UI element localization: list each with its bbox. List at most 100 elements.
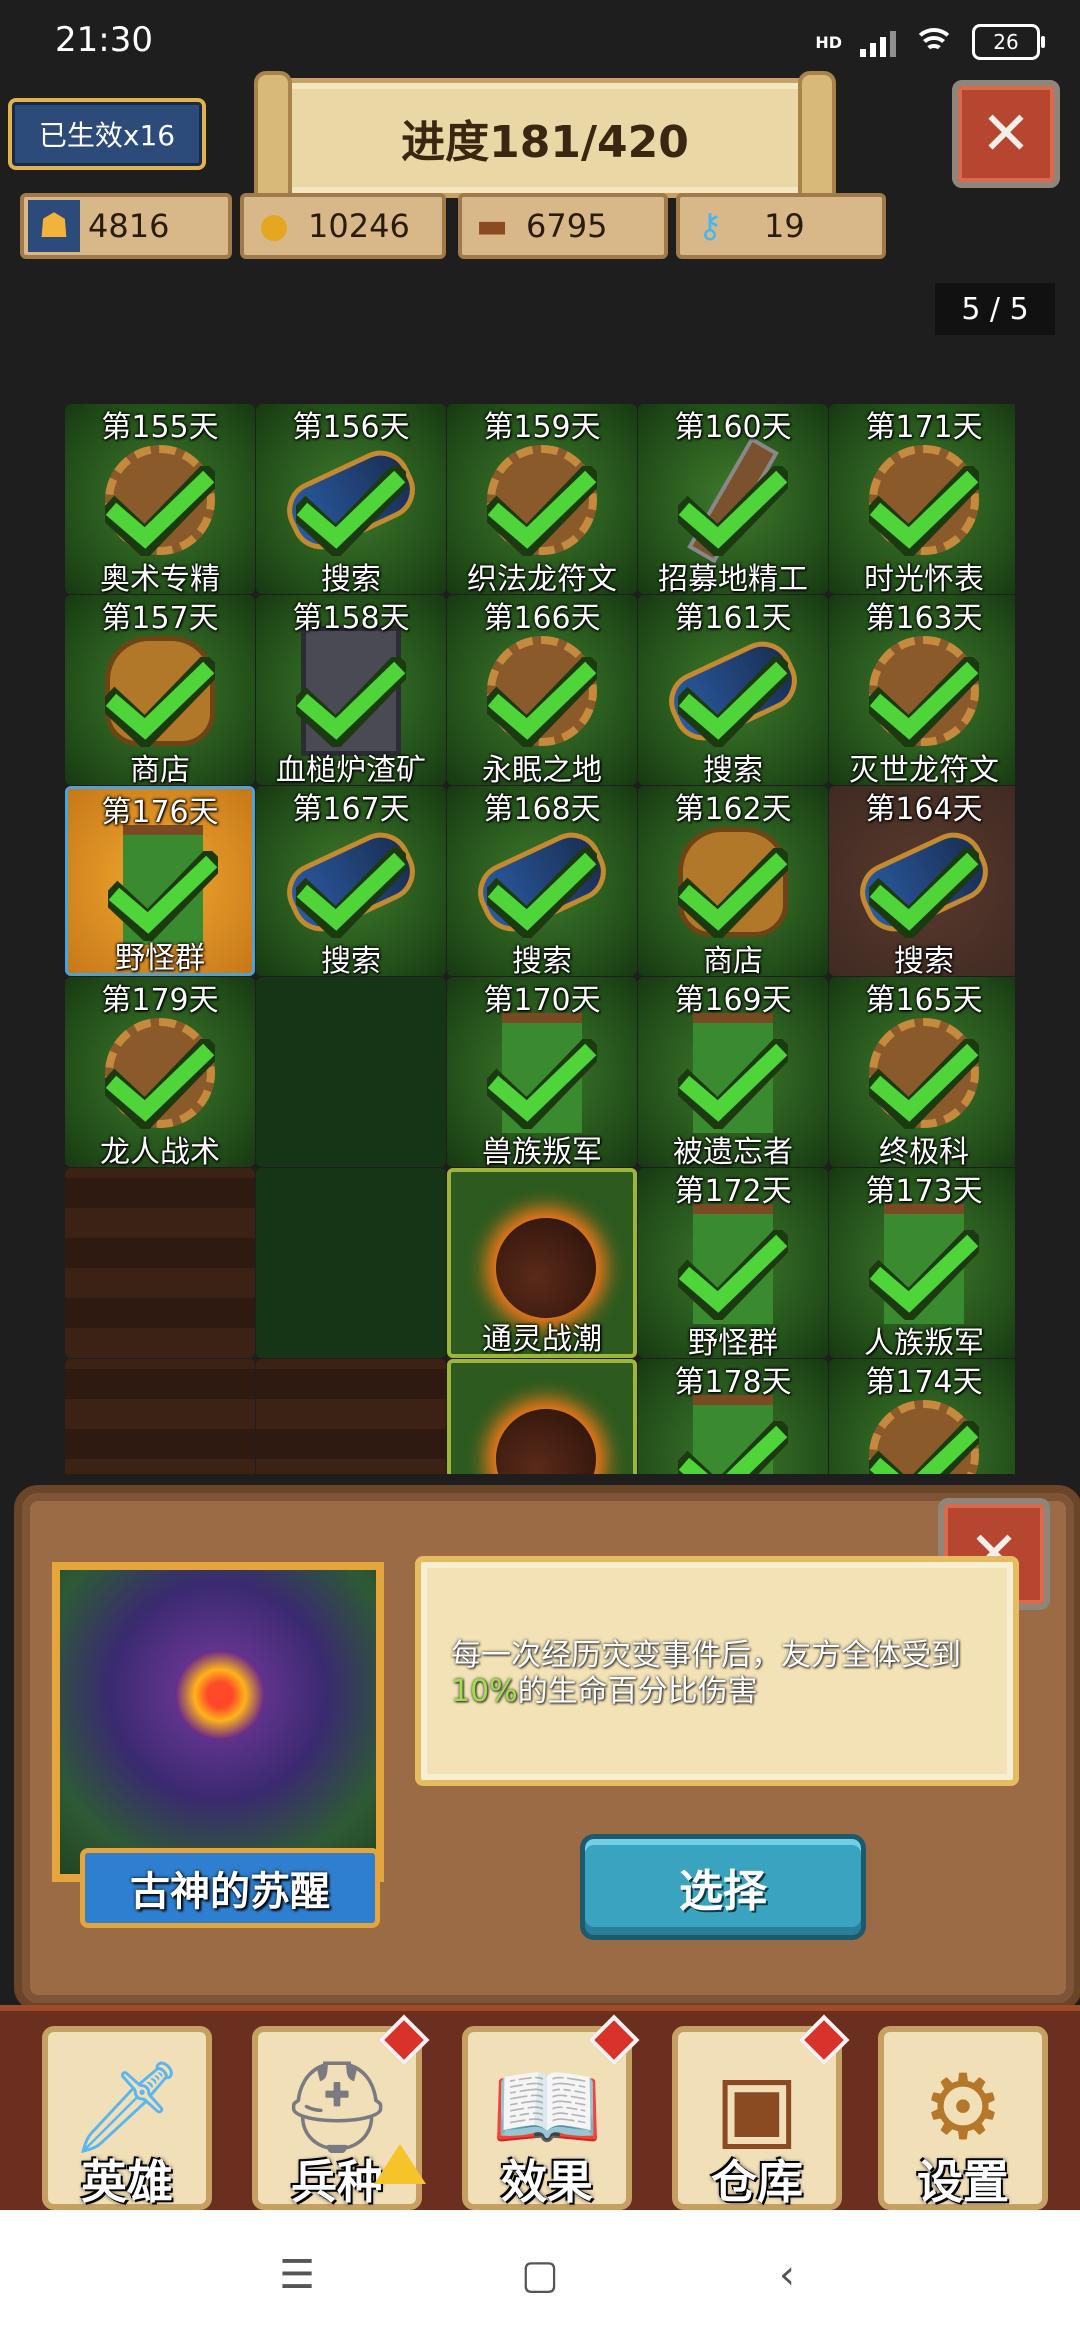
event-tile[interactable]: 第169天 被遗忘者 (638, 977, 828, 1170)
population-icon: ☗ (28, 200, 80, 252)
checkmark-icon (287, 652, 415, 752)
select-button[interactable]: 选择 (580, 1834, 866, 1940)
checkmark-icon (478, 652, 606, 752)
event-tile[interactable]: 第172天野怪群 (638, 1168, 828, 1361)
event-tile[interactable]: 第174天 (829, 1359, 1015, 1474)
event-tile[interactable] (447, 1359, 637, 1474)
event-tile[interactable]: 第168天搜索 (447, 786, 637, 979)
tile-event-name: 搜索 (703, 753, 763, 788)
back-icon[interactable]: ‹ (762, 2250, 812, 2300)
event-tile[interactable]: 第173天 人族叛军 (829, 1168, 1015, 1361)
nav-warehouse[interactable]: ▣ 仓库 (672, 2014, 850, 2210)
checkmark-icon (669, 1225, 797, 1325)
tile-event-name: 终极科 (879, 1135, 969, 1170)
nav-heroes[interactable]: 🗡 英雄 (42, 2026, 212, 2210)
tile-day-label: 第172天 (674, 1174, 792, 1209)
network-type: HD (815, 32, 842, 52)
signal-icon (860, 27, 896, 57)
event-tile[interactable]: 第161天搜索 (638, 595, 828, 788)
checkmark-icon (287, 461, 415, 561)
tile-day-label: 第165天 (865, 983, 983, 1018)
tile-day-label: 第161天 (674, 601, 792, 636)
tile-event-name: 永眠之地 (482, 753, 602, 788)
upgrade-arrow-icon (374, 2144, 426, 2184)
crystal-key-icon: ⚷ (697, 206, 723, 246)
event-tile[interactable] (256, 1359, 446, 1474)
status-icons: HD 26 (815, 24, 1045, 60)
event-tile[interactable]: 第170天 兽族叛军 (447, 977, 637, 1170)
checkmark-icon (478, 843, 606, 943)
nav-effects[interactable]: 📖 效果 (462, 2014, 640, 2210)
menu-icon[interactable]: ☰ (272, 2250, 322, 2300)
checkmark-icon (669, 652, 797, 752)
event-tile[interactable] (256, 977, 446, 1167)
tile-day-label: 第171天 (865, 410, 983, 445)
checkmark-icon (478, 1034, 606, 1134)
checkmark-icon (96, 461, 224, 561)
tile-day-label: 第178天 (674, 1365, 792, 1400)
tile-event-name: 织法龙符文 (467, 562, 617, 597)
event-tile[interactable]: 第166天永眠之地 (447, 595, 637, 788)
resource-value: 19 (764, 207, 805, 245)
event-tile[interactable]: 第178天 (638, 1359, 828, 1474)
event-tile[interactable] (65, 1359, 255, 1474)
progress-text: 进度181/420 (401, 117, 689, 168)
tile-day-label: 第168天 (483, 792, 601, 827)
resource-value: 10246 (308, 207, 410, 245)
eldritch-eye-icon (175, 1650, 265, 1740)
event-tile[interactable]: 第155天 奥术专精 (65, 404, 255, 597)
event-tile[interactable]: 通灵战潮 (447, 1168, 637, 1358)
resource-value: 6795 (526, 207, 608, 245)
event-tile[interactable]: 第158天 血槌炉渣矿 (256, 595, 446, 788)
resource-value: 4816 (88, 207, 170, 245)
event-tile[interactable]: 第163天 灭世龙符文 (829, 595, 1015, 788)
event-tile[interactable]: 第179天 龙人战术 (65, 977, 255, 1170)
tile-day-label: 第176天 (101, 795, 219, 830)
event-tile[interactable]: 第159天 织法龙符文 (447, 404, 637, 597)
home-icon[interactable]: ▢ (515, 2250, 565, 2300)
tile-day-label: 第173天 (865, 1174, 983, 1209)
tile-event-name: 野怪群 (688, 1326, 778, 1361)
wifi-icon (913, 28, 955, 56)
event-portrait (52, 1562, 384, 1882)
nav-settings[interactable]: ⚙ 设置 (878, 2026, 1048, 2210)
tile-event-name: 搜索 (512, 944, 572, 979)
event-tile[interactable] (256, 1168, 446, 1358)
event-tile[interactable]: 第171天时光怀表 (829, 404, 1015, 597)
event-tile[interactable]: 第162天 商店 (638, 786, 828, 979)
event-tile[interactable]: 第165天终极科 (829, 977, 1015, 1170)
event-tile[interactable]: 第167天 搜索 (256, 786, 446, 979)
tile-event-name: 商店 (130, 753, 190, 788)
status-time: 21:30 (55, 20, 153, 60)
active-effects-badge[interactable]: 已生效x16 (8, 98, 206, 170)
close-map-button[interactable]: ✕ (952, 80, 1060, 188)
tile-event-name: 搜索 (321, 944, 381, 979)
event-tile[interactable]: 第157天 商店 (65, 595, 255, 788)
event-tile[interactable]: 第160天 招募地精工 (638, 404, 828, 597)
checkmark-icon (860, 652, 988, 752)
checkmark-icon (860, 843, 988, 943)
tile-event-name: 兽族叛军 (482, 1135, 602, 1170)
event-title: 古神的苏醒 (80, 1848, 380, 1928)
event-tile[interactable]: 第156天 搜索 (256, 404, 446, 597)
event-tile[interactable] (65, 1168, 255, 1358)
event-description-panel: 每一次经历灾变事件后，友方全体受到10%的生命百分比伤害 (415, 1556, 1019, 1786)
tile-event-name: 商店 (703, 944, 763, 979)
tile-event-name: 时光怀表 (864, 562, 984, 597)
checkmark-icon (860, 461, 988, 561)
checkmark-icon (478, 461, 606, 561)
progress-scroll: 进度181/420 (254, 71, 836, 207)
checkmark-icon (860, 1416, 988, 1474)
event-grid: 第155天 奥术专精 第156天 搜索 第159天 织法龙符文 第160天 招募地精工 第171… (65, 404, 1015, 1474)
event-tile[interactable]: 第176天 野怪群 (65, 786, 255, 976)
nav-label: 仓库 (711, 2155, 803, 2209)
tile-event-name: 龙人战术 (100, 1135, 220, 1170)
status-bar: 21:30 HD 26 (0, 0, 1080, 80)
tile-day-label: 第166天 (483, 601, 601, 636)
tile-event-name: 搜索 (321, 562, 381, 597)
wood-logs-icon: ▬ (475, 206, 509, 246)
nav-troops[interactable]: ⛑ 兵种 (252, 2014, 430, 2210)
event-tile[interactable]: 第164天 搜索 (829, 786, 1015, 979)
nav-label: 设置 (917, 2155, 1009, 2209)
nav-label: 英雄 (81, 2155, 173, 2209)
